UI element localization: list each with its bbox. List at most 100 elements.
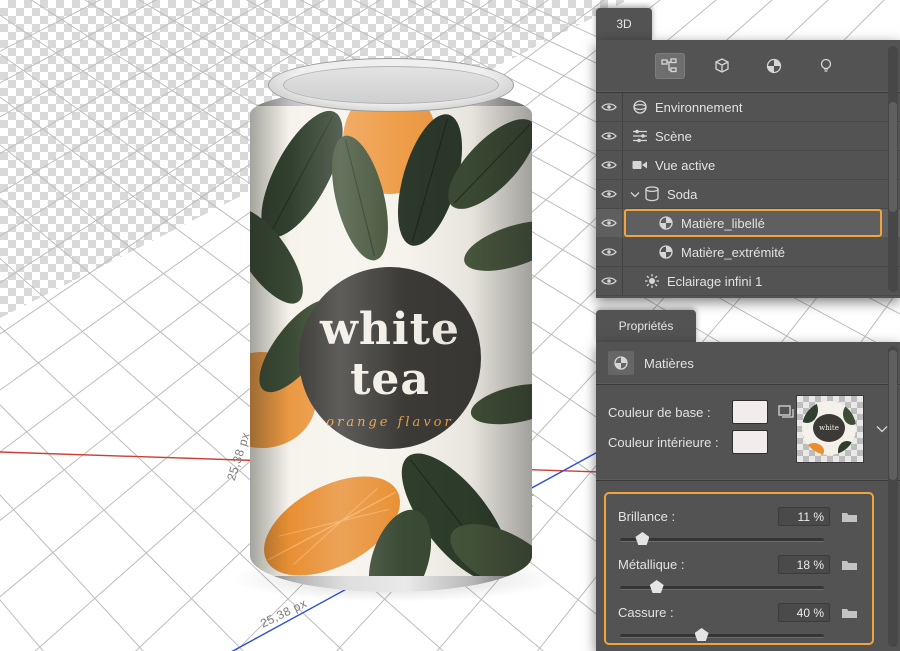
visibility-toggle[interactable] [596, 267, 623, 295]
slider-track[interactable] [620, 538, 824, 542]
eye-icon [601, 189, 617, 199]
metallique-label: Métallique : [618, 557, 778, 572]
tab-3d-label: 3D [616, 17, 631, 31]
camera-icon [631, 157, 649, 173]
3d-row-environnement[interactable]: Environnement [596, 93, 900, 122]
interior-color-swatch[interactable] [732, 430, 768, 454]
slider-track[interactable] [620, 634, 824, 638]
brillance-label: Brillance : [618, 509, 778, 524]
folder-icon [841, 558, 858, 571]
can-body: white tea orange flavor [250, 88, 532, 592]
base-color-texture-button[interactable] [776, 403, 796, 421]
3d-row-scene[interactable]: Scène [596, 122, 900, 151]
can-title-line2: tea [350, 354, 430, 405]
visibility-toggle[interactable] [596, 122, 623, 150]
cassure-row: Cassure : 40 % [618, 600, 860, 624]
3d-panel-scrollbar[interactable] [888, 46, 898, 292]
can-lid-inner-ring [283, 66, 499, 104]
3d-row-soda[interactable]: Soda [596, 180, 900, 209]
panel-3d: Environnement Scène Vue active [596, 40, 900, 298]
visibility-toggle[interactable] [596, 180, 623, 208]
row-label: Matière_libellé [681, 216, 765, 231]
material-sphere-icon [657, 244, 675, 260]
cassure-value-field[interactable]: 40 % [778, 603, 830, 622]
highlighted-sliders-group: Brillance : 11 % Métallique : 18 % [604, 492, 874, 645]
row-label: Matière_extrémité [681, 245, 785, 260]
tab-3d-panel[interactable]: 3D [596, 8, 652, 40]
materials-header-icon-box [608, 351, 634, 375]
slider-track[interactable] [620, 586, 824, 590]
metallique-texture-folder-button[interactable] [838, 555, 860, 573]
tab-properties-panel[interactable]: Propriétés [596, 310, 696, 342]
scrollbar-thumb[interactable] [889, 350, 897, 480]
cassure-slider[interactable] [620, 624, 858, 646]
slider-thumb[interactable] [650, 580, 664, 593]
folder-icon [841, 606, 858, 619]
properties-panel-scrollbar[interactable] [888, 346, 898, 647]
visibility-toggle[interactable] [596, 93, 623, 121]
brillance-row: Brillance : 11 % [618, 504, 860, 528]
material-colors-block: Couleur de base : Couleur intérieure : [596, 385, 900, 481]
thumb-orange [804, 443, 824, 455]
interior-color-label: Couleur intérieure : [608, 435, 726, 450]
metallique-value-field[interactable]: 18 % [778, 555, 830, 574]
eye-icon [601, 218, 617, 228]
texture-icon [778, 405, 794, 419]
row-label: Scène [655, 129, 692, 144]
expand-chevron-icon[interactable] [629, 188, 641, 200]
visibility-toggle[interactable] [596, 209, 623, 237]
3d-filter-toolbar [596, 40, 900, 93]
scene-settings-icon [631, 128, 649, 144]
visibility-toggle[interactable] [596, 151, 623, 179]
filter-materials-button[interactable] [759, 53, 789, 79]
row-label: Soda [667, 187, 697, 202]
eye-icon [601, 247, 617, 257]
scrollbar-thumb[interactable] [889, 102, 897, 212]
brillance-slider[interactable] [620, 528, 858, 550]
slider-thumb[interactable] [695, 628, 709, 641]
can-flavor-text: orange flavor [326, 415, 453, 430]
folder-icon [841, 510, 858, 523]
brillance-texture-folder-button[interactable] [838, 507, 860, 525]
thumb-leaf [843, 403, 856, 425]
3d-row-matiere-libelle[interactable]: Matière_libellé [596, 209, 900, 238]
light-bulb-icon [819, 58, 833, 74]
slider-thumb[interactable] [635, 532, 649, 545]
filter-lights-button[interactable] [811, 53, 841, 79]
eye-icon [601, 276, 617, 286]
3d-row-eclairage[interactable]: Eclairage infini 1 [596, 267, 900, 296]
visibility-toggle[interactable] [596, 238, 623, 266]
row-label: Environnement [655, 100, 742, 115]
filter-meshes-button[interactable] [707, 53, 737, 79]
mesh-cylinder-icon [643, 186, 661, 202]
environment-icon [631, 99, 649, 115]
thumb-label-text: white tea [813, 414, 845, 442]
base-color-swatch[interactable] [732, 400, 768, 424]
infinite-light-icon [643, 273, 661, 289]
row-label: Eclairage infini 1 [667, 274, 762, 289]
base-color-label: Couleur de base : [608, 405, 726, 420]
eye-icon [601, 102, 617, 112]
tab-properties-label: Propriétés [619, 319, 674, 333]
can-bottom-rim [250, 576, 532, 592]
photoshop-3d-workspace: 25,38 px 25,38 px 25,38 px [0, 0, 900, 651]
metallique-slider[interactable] [620, 576, 858, 598]
cassure-label: Cassure : [618, 605, 778, 620]
scene-tree-icon [661, 58, 679, 74]
eye-icon [601, 131, 617, 141]
material-sphere-icon [766, 58, 782, 74]
3d-row-vue-active[interactable]: Vue active [596, 151, 900, 180]
properties-header: Matières [596, 342, 900, 385]
metallique-row: Métallique : 18 % [618, 552, 860, 576]
cassure-texture-folder-button[interactable] [838, 603, 860, 621]
row-label: Vue active [655, 158, 715, 173]
thumb-leaf [838, 441, 856, 455]
filter-whole-scene-button[interactable] [655, 53, 685, 79]
soda-can-3d-object[interactable]: white tea orange flavor [250, 58, 532, 598]
material-texture-thumbnail[interactable]: white tea [796, 395, 864, 463]
3d-row-matiere-extremite[interactable]: Matière_extrémité [596, 238, 900, 267]
material-texture-preview: white tea [802, 401, 856, 455]
panel-properties: Matières Couleur de base : Couleur intér… [596, 342, 900, 651]
brillance-value-field[interactable]: 11 % [778, 507, 830, 526]
eye-icon [601, 160, 617, 170]
